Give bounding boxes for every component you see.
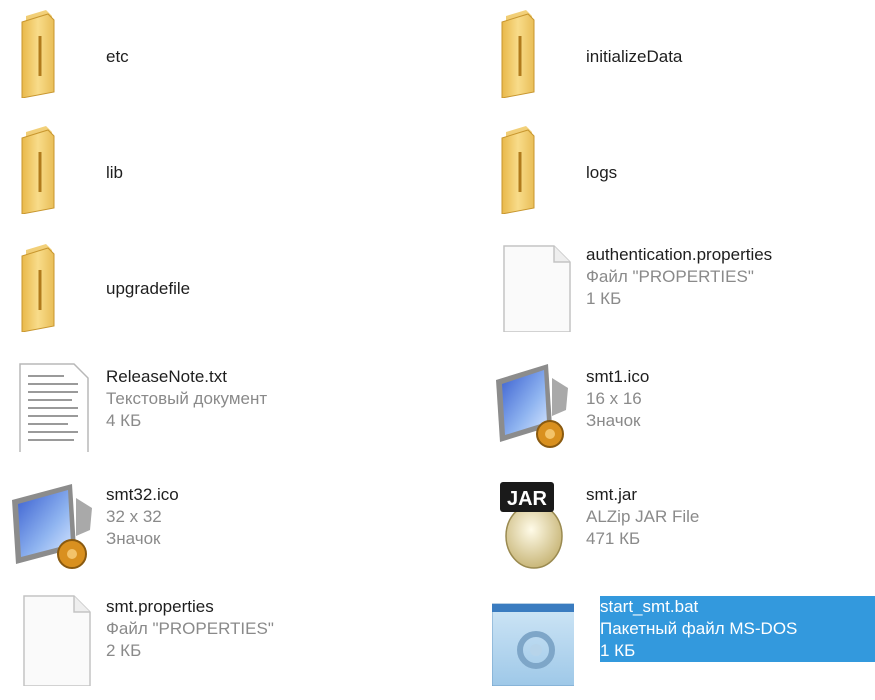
file-item-smt-jar[interactable]: JAR smt.jar ALZip JAR File 471 КБ <box>488 474 875 584</box>
file-item-releasenote-txt[interactable]: ReleaseNote.txt Текстовый документ 4 КБ <box>8 356 398 466</box>
file-name: start_smt.bat <box>600 597 699 616</box>
file-item-smt-properties[interactable]: smt.properties Файл "PROPERTIES" 2 КБ <box>8 590 398 700</box>
folder-icon <box>21 10 55 98</box>
file-item-start-smt-bat[interactable]: start_smt.bat Пакетный файл MS-DOS 1 КБ <box>488 590 875 700</box>
file-item-initializedata[interactable]: initializeData <box>488 2 875 112</box>
file-item-smt1-ico[interactable]: smt1.ico 16 x 16 Значок <box>488 356 875 466</box>
file-size: 2 КБ <box>106 641 142 660</box>
file-name: smt1.ico <box>586 367 650 386</box>
file-size: Значок <box>586 411 641 430</box>
file-size: 1 КБ <box>600 641 636 660</box>
file-item-upgradefile[interactable]: upgradefile <box>8 236 398 346</box>
file-size: 4 КБ <box>106 411 142 430</box>
file-item-smt32-ico[interactable]: smt32.ico 32 x 32 Значок <box>8 474 398 584</box>
file-type: 16 x 16 <box>586 389 642 408</box>
file-type: Пакетный файл MS-DOS <box>600 619 798 638</box>
blank-file-icon <box>503 245 571 332</box>
blank-file-icon <box>23 595 91 686</box>
file-item-lib[interactable]: lib <box>8 118 398 228</box>
folder-icon <box>501 10 535 98</box>
folder-icon <box>501 126 535 214</box>
file-size: 471 КБ <box>586 529 641 548</box>
folder-icon <box>21 126 55 214</box>
text-document-icon <box>19 363 89 452</box>
file-name: upgradefile <box>106 279 191 298</box>
monitor-gear-icon <box>496 364 568 448</box>
file-name: smt32.ico <box>106 485 179 504</box>
file-name: ReleaseNote.txt <box>106 367 227 386</box>
file-name: lib <box>106 163 124 182</box>
file-item-logs[interactable]: logs <box>488 118 875 228</box>
file-name: authentication.properties <box>586 245 773 264</box>
jar-file-icon: JAR <box>500 482 563 569</box>
file-grid: etc initializeData lib logs upgradefile … <box>0 0 875 686</box>
file-name: smt.properties <box>106 597 214 616</box>
file-size: 1 КБ <box>586 289 622 308</box>
batch-file-icon <box>492 603 574 686</box>
file-name: smt.jar <box>586 485 637 504</box>
file-item-authentication-properties[interactable]: authentication.properties Файл "PROPERTI… <box>488 236 875 346</box>
file-type: Текстовый документ <box>106 389 268 408</box>
file-type: Файл "PROPERTIES" <box>106 619 274 638</box>
file-type: 32 x 32 <box>106 507 162 526</box>
file-name: initializeData <box>586 47 683 66</box>
file-name: logs <box>586 163 618 182</box>
file-type: ALZip JAR File <box>586 507 700 526</box>
file-type: Файл "PROPERTIES" <box>586 267 754 286</box>
jar-badge-text: JAR <box>507 488 548 510</box>
folder-icon <box>21 244 55 332</box>
monitor-gear-icon <box>12 484 92 569</box>
file-item-etc[interactable]: etc <box>8 2 398 112</box>
file-size: Значок <box>106 529 161 548</box>
file-name: etc <box>106 47 129 66</box>
